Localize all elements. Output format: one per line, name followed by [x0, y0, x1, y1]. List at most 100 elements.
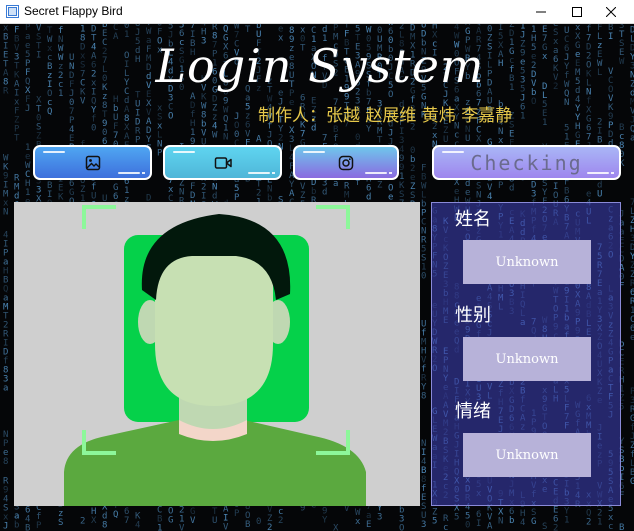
video-button[interactable] [163, 145, 282, 180]
maximize-icon [572, 7, 582, 17]
svg-text:a: a [333, 179, 338, 189]
svg-text:V: V [190, 516, 196, 526]
name-value: Unknown [463, 240, 591, 284]
svg-text:d: d [509, 184, 514, 194]
svg-text:N: N [498, 516, 503, 526]
svg-text:P: P [234, 509, 240, 519]
svg-text:2: 2 [80, 517, 85, 527]
close-button[interactable] [588, 0, 634, 24]
svg-text:Q: Q [47, 107, 52, 117]
window-title: Secret Flappy Bird [24, 4, 123, 18]
svg-text:B: B [245, 520, 250, 530]
checking-label: Checking [470, 150, 583, 175]
svg-text:0: 0 [91, 123, 96, 133]
svg-text:5: 5 [454, 513, 459, 523]
svg-text:V: V [223, 523, 229, 531]
svg-text:N: N [3, 207, 8, 217]
photo-preview [14, 202, 420, 506]
svg-text:0: 0 [256, 517, 261, 527]
svg-text:8: 8 [421, 392, 426, 402]
camera-button[interactable] [293, 145, 399, 180]
avatar-placeholder [64, 205, 366, 506]
svg-text:2: 2 [553, 524, 558, 531]
checking-button[interactable]: Checking [432, 145, 621, 180]
svg-text:Z: Z [377, 180, 383, 190]
svg-text:5: 5 [432, 517, 437, 527]
svg-text:J: J [3, 521, 8, 531]
svg-text:3: 3 [267, 24, 272, 25]
svg-text:e: e [630, 333, 634, 343]
svg-text:N: N [223, 133, 228, 143]
svg-text:O: O [399, 523, 404, 531]
svg-text:P: P [36, 521, 42, 531]
svg-text:U: U [212, 516, 217, 526]
svg-text:4: 4 [520, 518, 525, 528]
svg-text:x: x [355, 517, 361, 527]
svg-text:S: S [58, 518, 63, 528]
svg-text:c: c [443, 523, 448, 531]
gender-value: Unknown [463, 337, 591, 381]
svg-text:G: G [531, 517, 536, 527]
svg-text:d: d [322, 188, 327, 198]
app-icon [6, 5, 19, 18]
close-icon [606, 7, 616, 17]
svg-text:B: B [619, 523, 624, 531]
svg-text:B: B [25, 523, 30, 531]
svg-text:X: X [476, 134, 482, 144]
svg-text:X: X [91, 516, 97, 526]
svg-text:3: 3 [377, 513, 382, 523]
svg-text:G: G [168, 516, 173, 526]
svg-text:8: 8 [3, 457, 8, 467]
name-label: 姓名 [455, 209, 491, 230]
svg-text:U: U [597, 190, 602, 200]
window-titlebar: Secret Flappy Bird [0, 0, 634, 24]
svg-text:N: N [564, 98, 569, 108]
svg-text:X: X [333, 523, 339, 531]
svg-text:2: 2 [267, 523, 272, 531]
svg-text:T: T [14, 134, 20, 144]
svg-text:1: 1 [597, 518, 602, 528]
svg-text:E: E [366, 520, 371, 530]
instagram-icon [338, 155, 354, 170]
svg-text:c: c [608, 522, 613, 531]
svg-text:2: 2 [586, 517, 591, 527]
emotion-label: 情绪 [455, 401, 491, 422]
svg-text:1: 1 [542, 118, 547, 128]
svg-text:P: P [498, 181, 504, 191]
svg-text:W: W [212, 131, 218, 141]
svg-text:Y: Y [366, 125, 372, 135]
svg-text:O: O [168, 111, 173, 121]
svg-text:1: 1 [520, 112, 525, 122]
minimize-icon [536, 11, 546, 13]
svg-text:T: T [245, 25, 251, 35]
svg-text:b: b [14, 520, 19, 530]
svg-text:1: 1 [157, 523, 162, 531]
emotion-value: Unknown [463, 433, 591, 477]
video-icon [214, 156, 232, 169]
info-panel: 姓名 Unknown 性别 Unknown 情绪 Unknown [431, 202, 621, 506]
svg-text:a: a [630, 134, 634, 144]
upload-image-button[interactable] [33, 145, 152, 180]
authors-credit: 制作人：张越 赵展维 黄炜 李嘉静 [258, 106, 513, 126]
svg-text:4: 4 [487, 192, 492, 202]
svg-text:0: 0 [465, 520, 470, 530]
svg-text:b: b [509, 516, 514, 526]
svg-text:J: J [25, 104, 30, 114]
svg-text:1: 1 [564, 516, 569, 526]
svg-text:V: V [179, 523, 185, 531]
app-window: IU4QxBIETA8RWK9IMxN4IPaHBQaMT2RIDf83aNPe… [0, 24, 634, 531]
svg-text:S: S [542, 522, 547, 531]
svg-text:8: 8 [102, 520, 107, 530]
svg-text:0: 0 [421, 271, 426, 281]
svg-text:4: 4 [135, 521, 140, 531]
svg-text:2: 2 [278, 516, 283, 526]
svg-text:V: V [80, 97, 86, 107]
svg-text:Q: Q [113, 510, 118, 520]
page-title: Login System [155, 39, 485, 93]
svg-text:G: G [630, 477, 634, 487]
svg-text:7: 7 [124, 516, 129, 526]
svg-text:O: O [531, 97, 536, 107]
gender-label: 性别 [455, 305, 491, 326]
svg-text:I: I [476, 519, 481, 529]
svg-text:Y: Y [322, 515, 328, 525]
